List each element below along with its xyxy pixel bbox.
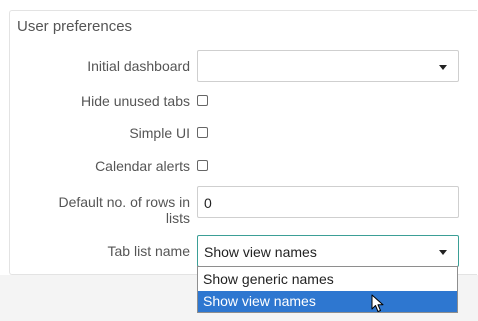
- option-show-generic-names[interactable]: Show generic names: [198, 269, 457, 290]
- section-title: User preferences: [17, 18, 133, 35]
- initial-dashboard-select[interactable]: [197, 50, 459, 82]
- default-rows-label-line2: lists: [165, 210, 190, 226]
- initial-dashboard-label: Initial dashboard: [87, 58, 190, 74]
- tab-list-name-dropdown: Show generic names Show view names: [197, 266, 458, 313]
- default-rows-label-line1: Default no. of rows in: [58, 194, 190, 210]
- tab-list-name-label: Tab list name: [107, 243, 190, 259]
- hide-unused-tabs-label: Hide unused tabs: [81, 93, 190, 109]
- simple-ui-checkbox[interactable]: [197, 127, 208, 138]
- calendar-alerts-checkbox[interactable]: [197, 160, 208, 171]
- chevron-down-icon: [439, 65, 447, 70]
- mouse-pointer-icon: [371, 294, 384, 312]
- calendar-alerts-label: Calendar alerts: [95, 158, 190, 174]
- simple-ui-label: Simple UI: [129, 125, 190, 141]
- option-show-view-names[interactable]: Show view names: [198, 291, 457, 312]
- tab-list-name-value: Show view names: [204, 244, 317, 260]
- tab-list-name-select[interactable]: Show view names: [197, 235, 459, 267]
- default-rows-value: 0: [204, 195, 212, 211]
- default-rows-input[interactable]: 0: [197, 186, 459, 218]
- hide-unused-tabs-checkbox[interactable]: [197, 95, 208, 106]
- default-rows-label: Default no. of rows in lists: [20, 194, 190, 226]
- chevron-down-icon: [439, 250, 447, 255]
